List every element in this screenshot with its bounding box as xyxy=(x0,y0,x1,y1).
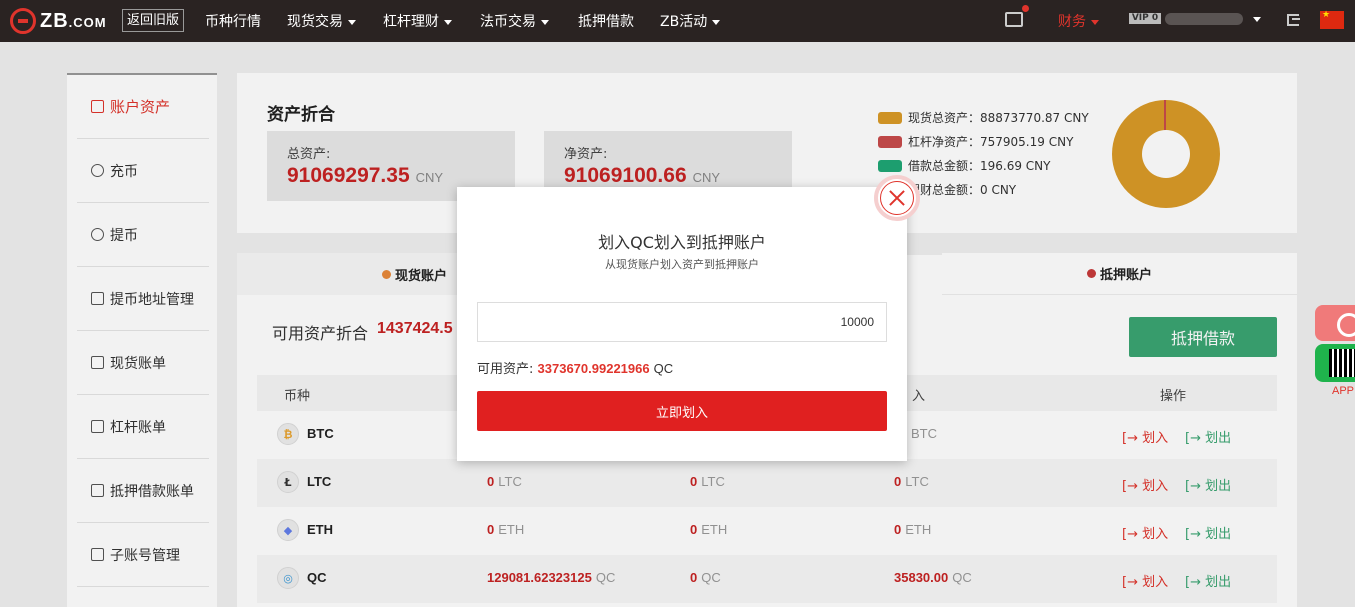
available-unit: QC xyxy=(653,361,674,376)
nav-zb-events-label: ZB活动 xyxy=(660,14,708,30)
notification-dot xyxy=(1022,5,1029,12)
close-icon xyxy=(880,181,914,215)
confirm-transfer-button[interactable]: 立即划入 xyxy=(477,391,887,431)
old-version-button[interactable]: 返回旧版 xyxy=(122,9,185,32)
nav-market-label: 币种行情 xyxy=(205,14,261,30)
nav-spot-trade[interactable]: 现货交易 xyxy=(287,11,356,31)
china-flag-icon[interactable] xyxy=(1320,10,1344,29)
available-amount: 3373670.99221966 xyxy=(537,361,650,376)
chevron-down-icon xyxy=(1091,19,1099,25)
app-label[interactable]: APP xyxy=(1332,385,1354,397)
chevron-down-icon xyxy=(444,19,452,25)
message-icon[interactable] xyxy=(1005,12,1023,27)
transfer-modal: 划入QC划入到抵押账户 从现货账户划入资产到抵押账户 可用资产: 3373670… xyxy=(457,187,907,461)
qr-code-icon xyxy=(1329,349,1355,377)
user-menu-chevron-icon[interactable] xyxy=(1253,17,1261,22)
username-blurred[interactable] xyxy=(1165,13,1243,25)
nav-pledge-loan-label: 抵押借款 xyxy=(578,14,634,30)
available-label: 可用资产: xyxy=(477,362,534,377)
logo-icon xyxy=(10,8,36,34)
modal-title: 划入QC划入到抵押账户 xyxy=(598,233,766,252)
logo-suffix: .COM xyxy=(68,14,107,30)
chevron-down-icon xyxy=(348,19,356,25)
nav-fiat-trade[interactable]: 法币交易 xyxy=(480,11,549,31)
nav-pledge-loan[interactable]: 抵押借款 xyxy=(578,11,634,31)
modal-available: 可用资产: 3373670.99221966 QC xyxy=(477,358,673,377)
zb-logo[interactable]: ZB.COM xyxy=(10,8,107,34)
customer-service-icon[interactable] xyxy=(1315,305,1355,341)
nav-spot-trade-label: 现货交易 xyxy=(287,14,343,30)
transfer-amount-input[interactable] xyxy=(477,302,887,342)
nav-zb-events[interactable]: ZB活动 xyxy=(660,11,721,31)
logout-icon[interactable] xyxy=(1287,14,1300,26)
top-nav: ZB.COM 返回旧版 币种行情 现货交易 杠杆理财 法币交易 抵押借款 ZB活… xyxy=(0,0,1355,42)
logo-main: ZB xyxy=(40,9,69,32)
nav-finance-label: 财务 xyxy=(1058,14,1086,30)
nav-leverage-label: 杠杆理财 xyxy=(383,14,439,30)
nav-market[interactable]: 币种行情 xyxy=(205,11,261,31)
vip-badge: VIP 0 xyxy=(1129,13,1161,24)
chevron-down-icon xyxy=(712,19,721,25)
nav-leverage[interactable]: 杠杆理财 xyxy=(383,11,452,31)
nav-fiat-trade-label: 法币交易 xyxy=(480,14,536,30)
nav-finance[interactable]: 财务 xyxy=(1058,11,1099,31)
modal-close-button[interactable] xyxy=(874,175,920,221)
modal-subtitle: 从现货账户划入资产到抵押账户 xyxy=(605,258,759,271)
chevron-down-icon xyxy=(541,19,549,25)
